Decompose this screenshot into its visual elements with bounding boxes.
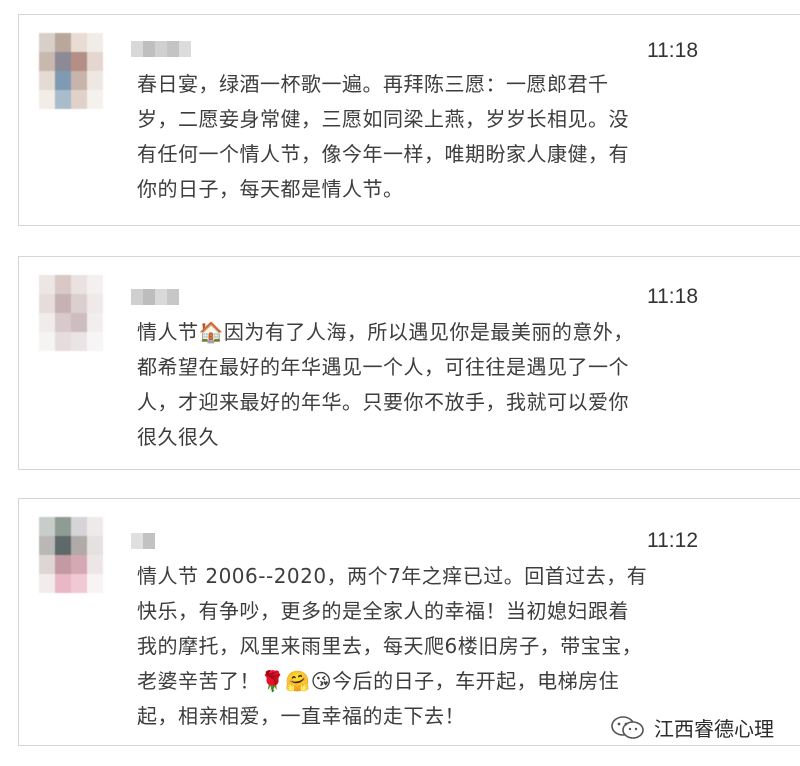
comment-line: 快乐，有争吵，更多的是全家人的幸福！当初媳妇跟着 bbox=[137, 599, 629, 623]
comment-line: 我的摩托，风里来雨里去，每天爬6楼旧房子，带宝宝， bbox=[137, 634, 643, 658]
comment-text: 情人节 2006--2020，两个7年之痒已过。回首过去，有 快乐，有争吵，更多… bbox=[137, 559, 647, 734]
avatar[interactable] bbox=[39, 275, 103, 351]
comment-line: 很久很久 bbox=[137, 425, 219, 449]
username-blurred[interactable] bbox=[131, 289, 179, 305]
username-blurred[interactable] bbox=[131, 41, 191, 57]
comment-text: 春日宴，绿酒一杯歌一遍。再拜陈三愿：一愿郎君千 岁，二愿妾身常健，三愿如同梁上燕… bbox=[137, 67, 647, 207]
comment-line: 都希望在最好的年华遇见一个人，可往往是遇见了一个 bbox=[137, 355, 629, 379]
comment-card: 11:18 春日宴，绿酒一杯歌一遍。再拜陈三愿：一愿郎君千 岁，二愿妾身常健，三… bbox=[18, 14, 800, 226]
comment-line: 你的日子，每天都是情人节。 bbox=[137, 177, 404, 201]
comment-line: 情人节 2006--2020，两个7年之痒已过。回首过去，有 bbox=[137, 564, 648, 588]
avatar[interactable] bbox=[39, 517, 103, 593]
username-blurred[interactable] bbox=[131, 533, 155, 549]
wechat-official-account-icon bbox=[610, 715, 646, 741]
watermark: 江西睿德心理 bbox=[610, 713, 774, 742]
comment-card: 11:18 情人节🏠因为有了人海，所以遇见你是最美丽的意外， 都希望在最好的年华… bbox=[18, 256, 800, 470]
comment-card: 11:12 情人节 2006--2020，两个7年之痒已过。回首过去，有 快乐，… bbox=[18, 498, 800, 746]
comment-line: 情人节🏠因为有了人海，所以遇见你是最美丽的意外， bbox=[137, 320, 634, 344]
comment-text: 情人节🏠因为有了人海，所以遇见你是最美丽的意外， 都希望在最好的年华遇见一个人，… bbox=[137, 315, 647, 455]
comment-line: 岁，二愿妾身常健，三愿如同梁上燕，岁岁长相见。没 bbox=[137, 107, 629, 131]
comment-line: 起，相亲相爱，一直幸福的走下去！ bbox=[137, 704, 465, 728]
avatar[interactable] bbox=[39, 33, 103, 109]
comment-time: 11:18 bbox=[647, 39, 698, 62]
watermark-text: 江西睿德心理 bbox=[654, 717, 774, 741]
comment-line: 老婆辛苦了！🌹🤗😘今后的日子，车开起，电梯房住 bbox=[137, 669, 620, 693]
comment-line: 有任何一个情人节，像今年一样，唯期盼家人康健，有 bbox=[137, 142, 629, 166]
comment-time: 11:18 bbox=[647, 285, 698, 308]
comment-line: 人，才迎来最好的年华。只要你不放手，我就可以爱你 bbox=[137, 390, 629, 414]
comment-line: 春日宴，绿酒一杯歌一遍。再拜陈三愿：一愿郎君千 bbox=[137, 72, 609, 96]
comment-time: 11:12 bbox=[647, 529, 698, 552]
